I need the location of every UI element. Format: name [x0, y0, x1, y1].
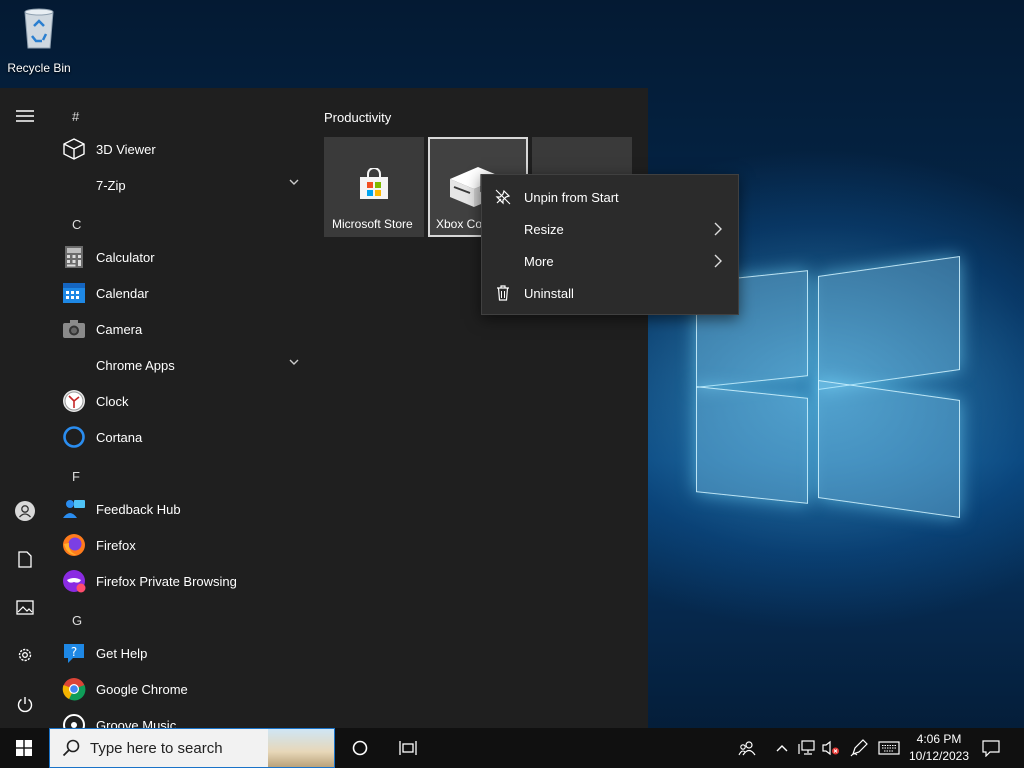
app-cortana[interactable]: Cortana	[62, 421, 312, 453]
letter-header-f[interactable]: F	[72, 469, 80, 484]
recycle-bin-label: Recycle Bin	[7, 61, 71, 75]
tile-context-menu: Unpin from Start Resize More Uninstall	[481, 174, 739, 315]
pictures-icon	[16, 599, 34, 615]
chevron-up-icon	[776, 745, 788, 752]
power-icon	[17, 697, 33, 713]
volume-muted-icon	[822, 740, 839, 756]
windows-logo-icon	[16, 740, 32, 756]
chevron-down-icon	[289, 179, 299, 185]
menu-item-unpin[interactable]: Unpin from Start	[482, 181, 738, 213]
search-icon	[62, 739, 80, 757]
app-google-chrome[interactable]: Google Chrome	[62, 673, 312, 705]
documents-button[interactable]	[12, 546, 38, 572]
start-button[interactable]	[0, 728, 48, 768]
account-button[interactable]	[12, 498, 38, 524]
app-feedback-hub[interactable]: Feedback Hub	[62, 493, 312, 525]
menu-item-uninstall[interactable]: Uninstall	[482, 277, 738, 309]
folder-spacer	[62, 173, 86, 197]
taskbar-search-box[interactable]: Type here to search	[49, 728, 335, 768]
folder-spacer	[62, 353, 86, 377]
app-chrome-apps-folder[interactable]: Chrome Apps	[62, 349, 312, 381]
cortana-ring-icon	[62, 425, 86, 449]
network-icon	[798, 740, 815, 755]
app-calendar[interactable]: Calendar	[62, 277, 312, 309]
volume-button[interactable]	[820, 728, 842, 768]
app-firefox[interactable]: Firefox	[62, 529, 312, 561]
hamburger-icon	[16, 110, 34, 122]
microsoft-store-icon	[360, 168, 388, 199]
firefox-private-icon	[62, 569, 86, 593]
firefox-icon	[62, 533, 86, 557]
people-icon	[738, 741, 756, 756]
show-hidden-icons-button[interactable]	[772, 728, 792, 768]
camera-icon	[62, 317, 86, 341]
cortana-button[interactable]	[344, 728, 376, 768]
settings-button[interactable]	[12, 642, 38, 668]
task-view-icon	[399, 741, 417, 755]
chevron-right-icon	[714, 254, 722, 268]
calendar-icon	[62, 281, 86, 305]
start-left-rail	[0, 88, 50, 728]
unpin-icon	[495, 189, 511, 205]
app-camera[interactable]: Camera	[62, 313, 312, 345]
circle-icon	[352, 740, 368, 756]
tile-label: Microsoft Store	[332, 217, 413, 231]
chevron-right-icon	[714, 222, 722, 236]
taskbar-clock[interactable]: 4:06 PM 10/12/2023	[903, 731, 975, 765]
tile-microsoft-store[interactable]: Microsoft Store	[324, 137, 424, 237]
pen-workspace-button[interactable]	[848, 728, 870, 768]
app-firefox-private[interactable]: Firefox Private Browsing	[62, 565, 312, 597]
app-clock[interactable]: Clock	[62, 385, 312, 417]
gear-icon	[18, 648, 32, 662]
get-help-icon: ?	[62, 641, 86, 665]
task-view-button[interactable]	[392, 728, 424, 768]
expand-menu-button[interactable]	[12, 103, 38, 129]
clock-date: 10/12/2023	[908, 749, 970, 763]
pictures-button[interactable]	[12, 594, 38, 620]
touch-keyboard-button[interactable]	[876, 728, 902, 768]
clock-icon	[62, 389, 86, 413]
letter-header-g[interactable]: G	[72, 613, 82, 628]
app-calculator[interactable]: Calculator	[62, 241, 312, 273]
tile-group-title[interactable]: Productivity	[324, 110, 391, 125]
people-button[interactable]	[734, 728, 760, 768]
recycle-bin-icon	[24, 8, 54, 49]
app-groove-music[interactable]: Groove Music	[62, 709, 312, 728]
action-center-button[interactable]	[978, 728, 1004, 768]
search-placeholder: Type here to search	[90, 739, 223, 757]
keyboard-icon	[878, 741, 900, 755]
groove-music-icon	[62, 713, 86, 728]
chevron-down-icon	[289, 359, 299, 365]
recycle-bin-desktop-icon[interactable]: Recycle Bin	[6, 6, 72, 75]
app-get-help[interactable]: ? Get Help	[62, 637, 312, 669]
calculator-icon	[62, 245, 86, 269]
network-button[interactable]	[796, 728, 818, 768]
clock-time: 4:06 PM	[916, 732, 962, 746]
svg-text:?: ?	[71, 645, 77, 659]
power-button[interactable]	[12, 691, 38, 717]
letter-header-hash[interactable]: #	[72, 109, 79, 124]
app-7zip-folder[interactable]: 7-Zip	[62, 169, 312, 201]
letter-header-c[interactable]: C	[72, 217, 81, 232]
notification-icon	[982, 740, 1000, 757]
menu-item-more[interactable]: More	[482, 245, 738, 277]
cube-icon	[62, 137, 86, 161]
user-account-icon	[15, 501, 35, 521]
chrome-icon	[62, 677, 86, 701]
app-list[interactable]: # 3D Viewer 7-Zip C Calculator Calendar …	[50, 88, 312, 728]
feedback-hub-icon	[62, 497, 86, 521]
pen-icon	[850, 739, 868, 757]
taskbar: Type here to search 4:06 PM 10/12/2023	[0, 728, 1024, 768]
document-icon	[18, 550, 32, 568]
menu-item-resize[interactable]: Resize	[482, 213, 738, 245]
trash-icon	[497, 285, 509, 301]
app-3d-viewer[interactable]: 3D Viewer	[62, 133, 312, 165]
search-highlight-illustration	[268, 729, 334, 767]
